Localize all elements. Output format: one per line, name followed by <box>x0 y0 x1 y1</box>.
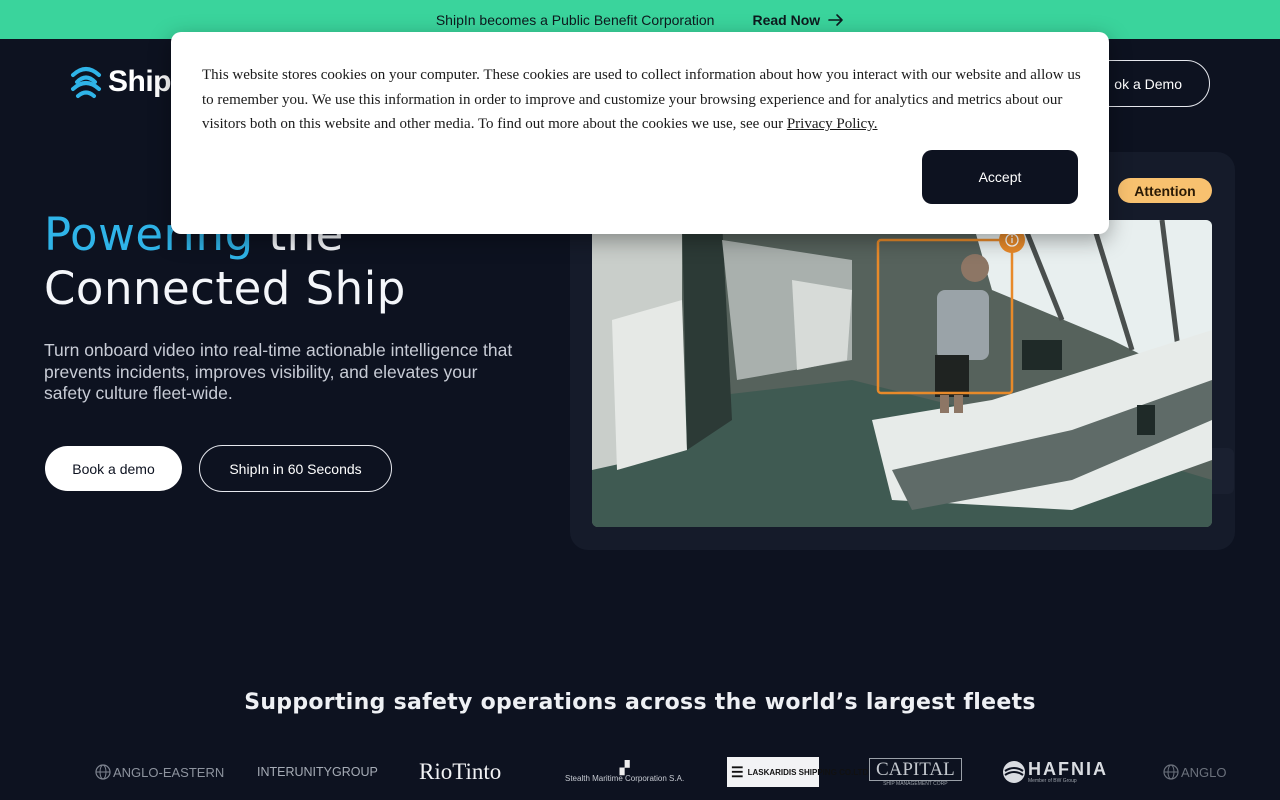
shipin-logo[interactable]: Ship <box>70 63 172 101</box>
logo-anglo-eastern: ANGLO-EASTERN <box>95 752 224 792</box>
logo-laskaridis: ☰ LASKARIDIS SHIPPING CO.LTD. <box>727 752 871 792</box>
logo-text: Ship <box>108 65 172 98</box>
attention-badge: Attention <box>1118 178 1212 203</box>
laskaridis-badge: ☰ LASKARIDIS SHIPPING CO.LTD. <box>727 757 871 787</box>
cookie-text: This website stores cookies on your comp… <box>202 63 1082 137</box>
carousel-scroll-tab[interactable] <box>1212 448 1234 494</box>
logo-capital: CAPITAL SHIP MANAGEMENT CORP <box>869 752 962 792</box>
cookie-body: This website stores cookies on your comp… <box>202 67 1081 132</box>
hero-title-line2: Connected Ship <box>44 262 406 315</box>
logo-capital-sub: SHIP MANAGEMENT CORP <box>883 780 948 787</box>
read-now-link[interactable]: Read Now <box>752 12 844 28</box>
logo-riotinto-text: RioTinto <box>419 759 502 784</box>
fleet-logo-strip: ANGLO-EASTERN INTERUNITYGROUP RioTinto ▞… <box>0 752 1280 792</box>
book-demo-button[interactable]: Book a demo <box>45 446 182 491</box>
hero-subtitle: Turn onboard video into real-time action… <box>44 340 513 403</box>
accept-button[interactable]: Accept <box>922 150 1078 204</box>
logo-anglo-partial: ANGLO <box>1163 752 1227 792</box>
logo-stealth-maritime: ▞ Stealth Maritime Corporation S.A. <box>565 752 684 792</box>
read-now-label: Read Now <box>752 11 821 28</box>
hafnia-wave-icon <box>1003 761 1025 783</box>
globe-icon <box>1163 764 1179 780</box>
ship-bridge-scene <box>592 220 1212 527</box>
laskaridis-icon: ☰ <box>731 763 744 780</box>
arrow-right-icon <box>828 13 843 26</box>
hafnia-text-group: HAFNIA Member of BW Group <box>1028 760 1108 784</box>
bridge-camera-video[interactable] <box>592 220 1212 527</box>
logo-laskaridis-text: LASKARIDIS SHIPPING CO.LTD. <box>747 767 871 777</box>
privacy-policy-link[interactable]: Privacy Policy. <box>787 116 878 132</box>
fleets-title: Supporting safety operations across the … <box>244 690 1036 715</box>
nav-book-demo-label: ok a Demo <box>1114 75 1182 92</box>
cookie-banner: This website stores cookies on your comp… <box>171 32 1109 234</box>
stealth-mark-icon: ▞ <box>619 760 630 775</box>
logo-riotinto: RioTinto <box>419 752 501 792</box>
announcement-text: ShipIn becomes a Public Benefit Corporat… <box>435 11 715 28</box>
globe-icon <box>95 764 111 780</box>
logo-hafnia-sub: Member of BW Group <box>1028 778 1077 784</box>
logo-anglo-eastern-text: ANGLO-EASTERN <box>113 764 225 780</box>
logo-hafnia-text: HAFNIA <box>1028 759 1108 779</box>
wifi-wave-icon <box>71 67 101 98</box>
shipin-60-seconds-button[interactable]: ShipIn in 60 Seconds <box>199 445 392 492</box>
logo-anglo-partial-text: ANGLO <box>1181 764 1227 780</box>
logo-interunity-text: INTERUNITYGROUP <box>257 765 378 779</box>
logo-hafnia: HAFNIA Member of BW Group <box>1002 752 1108 792</box>
logo-stealth-text: Stealth Maritime Corporation S.A. <box>565 774 685 783</box>
logo-interunity: INTERUNITYGROUP <box>257 752 378 792</box>
logo-capital-text: CAPITAL <box>869 757 962 781</box>
